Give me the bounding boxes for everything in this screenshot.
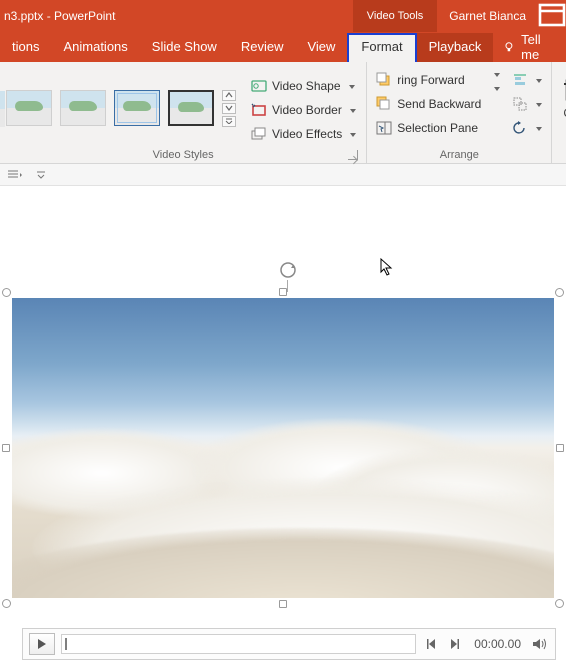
ribbon-tabs: tions Animations Slide Show Review View … [0, 32, 566, 62]
bring-forward-button[interactable]: ring Forward [373, 70, 484, 90]
user-name[interactable]: Garnet Bianca [437, 9, 538, 23]
send-backward-icon [376, 96, 392, 112]
tab-view[interactable]: View [295, 33, 347, 62]
resize-handle-bl[interactable] [2, 599, 11, 608]
video-style-1[interactable] [6, 90, 52, 126]
video-style-4[interactable] [168, 90, 214, 126]
volume-button[interactable] [531, 635, 549, 653]
time-display: 00:00.00 [470, 637, 525, 651]
selection-pane-icon [376, 120, 392, 136]
rotate-button[interactable] [510, 118, 545, 138]
tell-me[interactable]: Tell me [493, 32, 566, 62]
group-size: Crop [552, 62, 566, 163]
align-icon [512, 72, 528, 88]
play-icon [36, 638, 48, 650]
step-back-icon [425, 638, 437, 650]
group-video-styles: Video Shape Video Border Video Effects V… [0, 62, 367, 163]
tab-review[interactable]: Review [229, 33, 296, 62]
tab-format[interactable]: Format [347, 33, 416, 62]
video-style-2[interactable] [60, 90, 106, 126]
video-border-icon [251, 102, 267, 118]
group-objects-button[interactable] [510, 94, 545, 114]
group-title-arrange: Arrange [373, 145, 545, 163]
gallery-up-button[interactable] [222, 90, 236, 101]
dropdown-caret-icon [349, 127, 357, 141]
rotate-icon [512, 120, 528, 136]
video-border-button[interactable]: Video Border [248, 100, 360, 120]
video-style-gallery[interactable] [6, 90, 214, 126]
resize-handle-r[interactable] [556, 444, 564, 452]
group-title-video-styles: Video Styles [6, 145, 360, 163]
title-bar: n3.pptx - PowerPoint Video Tools Garnet … [0, 0, 566, 32]
slide-canvas[interactable]: 00:00.00 [0, 186, 566, 672]
step-forward-icon [449, 638, 461, 650]
selection-pane-button[interactable]: Selection Pane [373, 118, 484, 138]
ribbon-display-options-icon[interactable] [538, 3, 566, 30]
step-forward-button[interactable] [446, 635, 464, 653]
gallery-more-button[interactable] [222, 116, 236, 127]
video-effects-icon [251, 126, 267, 142]
resize-handle-l[interactable] [2, 444, 10, 452]
resize-handle-t[interactable] [279, 288, 287, 296]
gallery-down-button[interactable] [222, 103, 236, 114]
tab-transitions[interactable]: tions [0, 33, 51, 62]
rotation-connector [287, 280, 288, 292]
video-effects-button[interactable]: Video Effects [248, 124, 360, 144]
dropdown-caret-icon [348, 79, 356, 93]
app-name: PowerPoint [54, 9, 115, 23]
tab-animations[interactable]: Animations [51, 33, 139, 62]
video-style-3[interactable] [114, 90, 160, 126]
video-object[interactable] [6, 292, 560, 604]
video-shape-icon [251, 78, 267, 94]
dialog-launcher-icon[interactable] [348, 150, 358, 160]
resize-handle-br[interactable] [555, 599, 564, 608]
align-button[interactable] [510, 70, 545, 90]
crop-icon [560, 74, 566, 106]
resize-handle-tr[interactable] [555, 288, 564, 297]
video-frame [12, 298, 554, 598]
seek-track[interactable] [61, 634, 416, 654]
play-button[interactable] [29, 633, 55, 655]
qat-more-button[interactable] [32, 167, 50, 183]
contextual-tab-video-tools[interactable]: Video Tools [353, 0, 437, 32]
rotation-handle[interactable] [278, 260, 298, 280]
group-icon [512, 96, 528, 112]
tell-me-label: Tell me [521, 32, 556, 62]
video-shape-button[interactable]: Video Shape [248, 76, 360, 96]
step-back-button[interactable] [422, 635, 440, 653]
volume-icon [532, 637, 548, 651]
bring-forward-icon [376, 72, 392, 88]
crop-button[interactable]: Crop [560, 68, 566, 120]
send-backward-button[interactable]: Send Backward [373, 94, 484, 114]
secondary-toolbar [0, 164, 566, 186]
bring-forward-dropdown[interactable] [488, 70, 506, 80]
lightbulb-icon [503, 40, 515, 54]
dropdown-caret-icon [349, 103, 357, 117]
tab-playback[interactable]: Playback [417, 33, 494, 62]
tab-slide-show[interactable]: Slide Show [140, 33, 229, 62]
ribbon: Video Shape Video Border Video Effects V… [0, 62, 566, 164]
resize-handle-b[interactable] [279, 600, 287, 608]
send-backward-dropdown[interactable] [488, 84, 506, 94]
resize-handle-tl[interactable] [2, 288, 11, 297]
filename: n3.pptx [4, 9, 43, 23]
video-play-bar: 00:00.00 [22, 628, 556, 660]
outline-dropdown[interactable] [6, 167, 24, 183]
group-arrange: ring Forward Send Backward Selection Pan… [367, 62, 552, 163]
window-title: n3.pptx - PowerPoint [0, 9, 115, 23]
gallery-scroll [222, 90, 236, 127]
mouse-cursor-icon [380, 258, 396, 278]
